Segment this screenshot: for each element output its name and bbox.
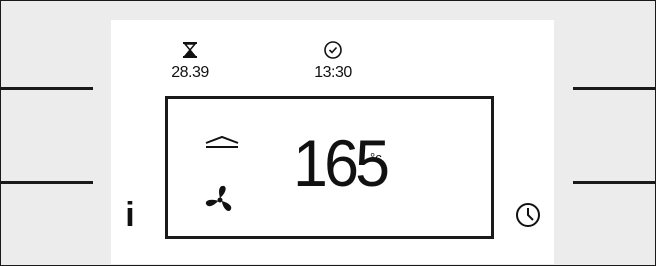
temperature-unit: °c: [370, 150, 382, 165]
info-button[interactable]: i: [121, 198, 139, 232]
duration-value: 28.39: [171, 64, 209, 81]
end-time-value: 13:30: [314, 64, 352, 81]
end-time-status: 13:30: [298, 40, 368, 82]
hourglass-icon: [155, 40, 225, 64]
clock-icon: [514, 203, 542, 233]
left-sensor-line-bottom: [0, 181, 93, 184]
top-heat-icon: [204, 134, 240, 155]
right-sensor-line-top: [573, 87, 656, 90]
right-sensor-line-bottom: [573, 181, 656, 184]
timer-button[interactable]: [514, 201, 542, 229]
left-sensor-line-top: [0, 87, 93, 90]
duration-status: 28.39: [155, 40, 225, 82]
info-icon: i: [125, 196, 135, 234]
fan-icon: [203, 183, 237, 222]
clock-icon: [298, 40, 368, 64]
